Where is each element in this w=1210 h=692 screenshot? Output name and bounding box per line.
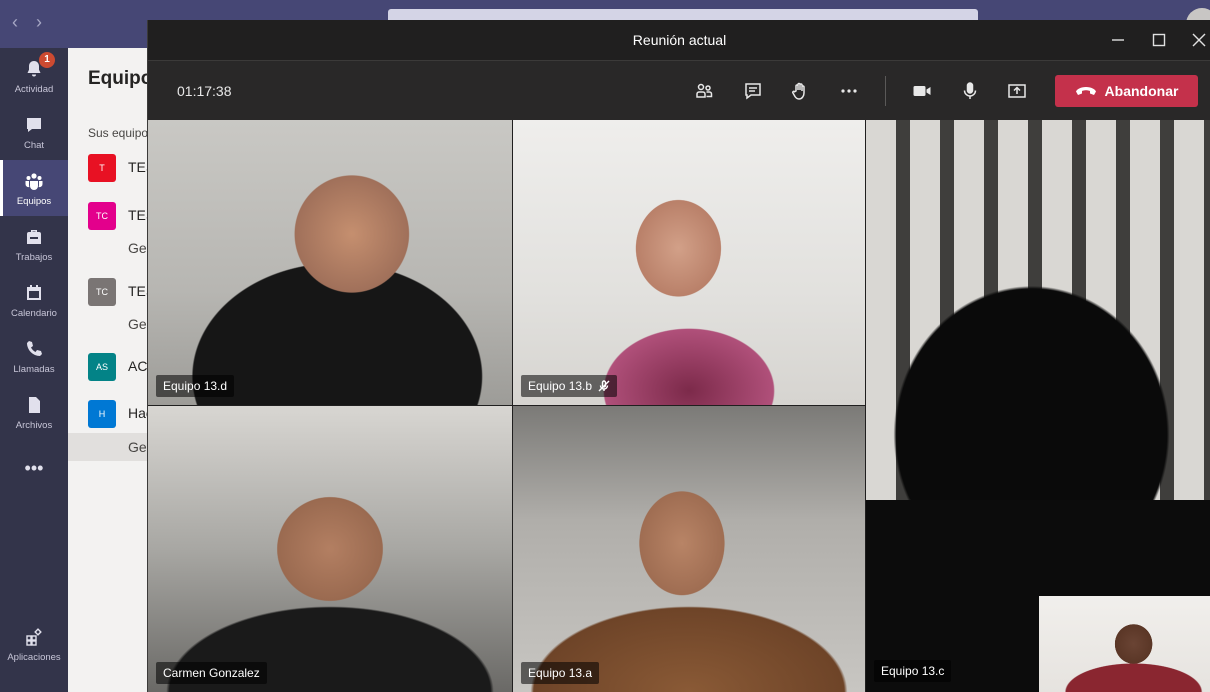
- apps-icon: [26, 627, 42, 646]
- camera-button[interactable]: [910, 79, 934, 103]
- phone-icon: [27, 340, 42, 356]
- rail-label: Archivos: [15, 419, 53, 431]
- rail-item-files[interactable]: Archivos: [0, 384, 68, 440]
- rail-label: Llamadas: [13, 363, 55, 375]
- rail-item-assignments[interactable]: Trabajos: [0, 216, 68, 272]
- team-avatar[interactable]: AS: [88, 353, 116, 381]
- app-rail: 1 Actividad Chat Equipos Trabajos Calend…: [0, 48, 68, 692]
- rail-label: Trabajos: [15, 251, 53, 263]
- close-icon: [1192, 33, 1206, 47]
- participant-nametag: Equipo 13.d: [156, 375, 235, 397]
- rail-item-apps[interactable]: Aplicaciones: [0, 616, 68, 672]
- participant-nametag: Equipo 13.a: [521, 662, 600, 684]
- team-avatar[interactable]: TC: [88, 202, 116, 230]
- close-button[interactable]: [1187, 28, 1210, 52]
- share-screen-icon: [1008, 84, 1026, 98]
- video-tile-1[interactable]: Equipo 13.d: [148, 120, 512, 405]
- team-avatar[interactable]: H: [88, 400, 116, 428]
- share-screen-button[interactable]: [1005, 79, 1029, 103]
- panel-subtitle: Sus equipo: [88, 126, 149, 140]
- minimize-button[interactable]: [1106, 28, 1130, 52]
- more-icon: •••: [24, 457, 44, 478]
- mic-muted-icon: [598, 380, 610, 392]
- team-avatar[interactable]: TC: [88, 278, 116, 306]
- leave-button[interactable]: Abandonar: [1055, 75, 1198, 107]
- rail-item-chat[interactable]: Chat: [0, 104, 68, 160]
- meeting-window: Reunión actual 01:17:38 Abandonar Equipo…: [147, 20, 1210, 692]
- participants-button[interactable]: [692, 79, 716, 103]
- file-icon: [29, 396, 40, 413]
- rail-label: Aplicaciones: [7, 651, 61, 663]
- rail-item-activity[interactable]: 1 Actividad: [0, 48, 68, 104]
- maximize-button[interactable]: [1147, 28, 1171, 52]
- participant-nametag: Carmen Gonzalez: [156, 662, 267, 684]
- video-tile-4[interactable]: Carmen Gonzalez: [148, 406, 512, 692]
- meeting-titlebar: Reunión actual: [148, 20, 1210, 60]
- rail-label: Equipos: [16, 195, 52, 207]
- leave-label: Abandonar: [1104, 83, 1179, 99]
- rail-label: Calendario: [11, 307, 57, 319]
- chat-icon: [745, 83, 761, 100]
- maximize-icon: [1152, 33, 1166, 47]
- video-camera-icon: [913, 86, 931, 96]
- notification-badge: 1: [39, 51, 55, 68]
- chat-button[interactable]: [741, 79, 765, 103]
- microphone-button[interactable]: [958, 79, 982, 103]
- back-arrow-icon[interactable]: ‹: [12, 12, 18, 33]
- meeting-timer: 01:17:38: [177, 83, 232, 99]
- participants-icon: [696, 83, 713, 98]
- raise-hand-button[interactable]: [788, 79, 812, 103]
- teams-panel: Equipo Sus equipo T TES TC TES Ger TC TE…: [68, 48, 158, 692]
- rail-label: Actividad: [14, 83, 54, 95]
- hang-up-icon: [1075, 87, 1096, 95]
- more-actions-button[interactable]: [837, 79, 861, 103]
- hand-icon: [792, 82, 805, 100]
- teams-icon: [25, 172, 43, 190]
- participant-name: Equipo 13.b: [528, 379, 593, 393]
- participant-name: Carmen Gonzalez: [163, 666, 260, 680]
- video-tile-2[interactable]: Equipo 13.b: [513, 120, 865, 405]
- self-preview[interactable]: [1039, 596, 1210, 692]
- rail-label: Chat: [23, 139, 45, 151]
- meeting-toolbar: 01:17:38 Abandonar: [148, 60, 1210, 120]
- forward-arrow-icon[interactable]: ›: [36, 12, 42, 33]
- microphone-icon: [963, 82, 977, 99]
- participant-name: Equipo 13.a: [528, 666, 593, 680]
- toolbar-divider: [885, 76, 886, 106]
- nav-arrows: ‹ ›: [12, 12, 42, 33]
- participant-name: Equipo 13.d: [163, 379, 228, 393]
- video-tile-5[interactable]: Equipo 13.a: [513, 406, 865, 692]
- meeting-title: Reunión actual: [632, 32, 727, 48]
- participant-name: Equipo 13.c: [881, 664, 945, 678]
- page-title: Equipo: [88, 68, 153, 89]
- participant-nametag: Equipo 13.c: [874, 660, 952, 682]
- participant-nametag: Equipo 13.b: [521, 375, 618, 397]
- rail-item-calls[interactable]: Llamadas: [0, 328, 68, 384]
- chat-icon: [27, 117, 41, 132]
- backpack-icon: [27, 229, 41, 244]
- rail-item-calendar[interactable]: Calendario: [0, 272, 68, 328]
- rail-item-more[interactable]: •••: [0, 440, 68, 496]
- rail-item-teams[interactable]: Equipos: [0, 160, 68, 216]
- team-avatar[interactable]: T: [88, 154, 116, 182]
- calendar-icon: [27, 284, 41, 300]
- more-icon: [841, 89, 857, 93]
- minimize-icon: [1112, 39, 1124, 41]
